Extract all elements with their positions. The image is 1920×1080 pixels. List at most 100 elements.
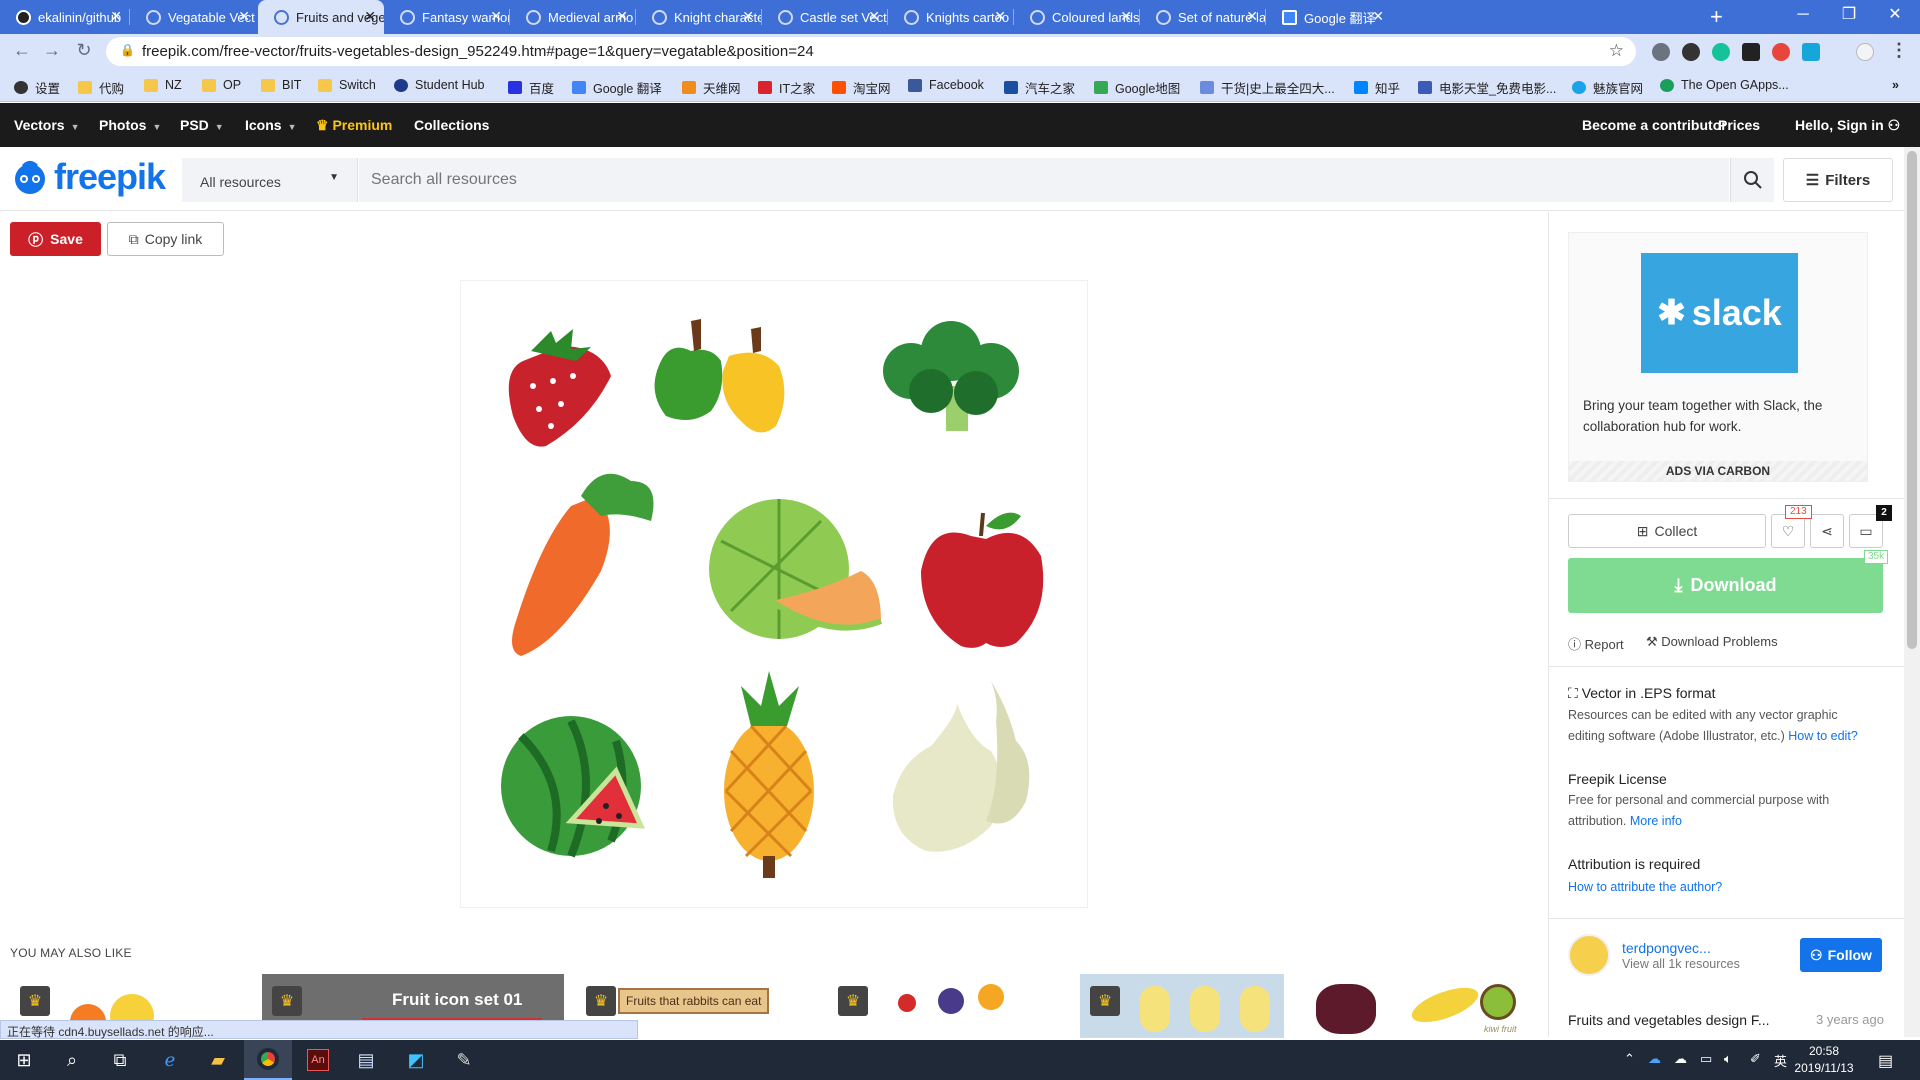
chrome-icon[interactable] [244,1040,292,1080]
extension-gauge-icon[interactable] [1682,43,1700,61]
bookmark-item[interactable]: 淘宝网 [832,78,891,97]
bookmark-item[interactable]: Switch [318,78,376,92]
close-tab-icon[interactable]: ✕ [742,8,754,24]
taskbar-clock[interactable]: 20:58 2019/11/13 [1794,1043,1854,1077]
close-window-icon[interactable]: ✕ [1872,2,1918,28]
close-tab-icon[interactable]: ✕ [994,8,1006,24]
nav-psd[interactable]: PSD ▼ [180,117,224,133]
new-tab-button[interactable]: + [1710,4,1723,30]
how-to-edit-link[interactable]: How to edit? [1788,729,1857,743]
nav-photos[interactable]: Photos ▼ [99,117,161,133]
grammarly-icon[interactable] [1712,43,1730,61]
browser-tab[interactable]: Set of nature la ✕ [1140,0,1266,34]
pen-icon[interactable]: ✐ [1750,1051,1761,1067]
profile-avatar-icon[interactable] [1856,43,1874,61]
search-icon[interactable]: ⌕ [48,1040,96,1080]
onedrive-icon[interactable]: ☁ [1648,1051,1661,1067]
nav-premium[interactable]: ♛ Premium [316,117,392,134]
download-problems-link[interactable]: ⚒ Download Problems [1646,634,1778,650]
attribution-link[interactable]: How to attribute the author? [1568,877,1868,898]
browser-tab[interactable]: Fantasy warrior ✕ [384,0,510,34]
bookmark-item[interactable]: NZ [144,78,182,92]
browser-tab[interactable]: Knight characte ✕ [636,0,762,34]
extension-mask-icon[interactable] [1742,43,1760,61]
bookmark-item[interactable]: OP [202,78,241,92]
search-button[interactable] [1730,158,1774,202]
menu-kebab-icon[interactable]: ⋮ [1890,40,1908,61]
bookmark-item[interactable]: Student Hub [394,78,485,92]
cloud-icon[interactable]: ☁ [1674,1051,1687,1067]
browser-tab[interactable]: Google 翻译 ✕ [1266,0,1392,34]
document-icon[interactable]: ▤ [342,1040,390,1080]
like-button[interactable]: ♡ [1771,514,1805,548]
bookmark-item[interactable]: 魅族官网 [1572,78,1643,97]
close-tab-icon[interactable]: ✕ [868,8,880,24]
extension-alert-icon[interactable] [1772,43,1790,61]
close-tab-icon[interactable]: ✕ [110,8,122,24]
browser-tab-active[interactable]: Fruits and vege ✕ [258,0,384,34]
task-view-icon[interactable]: ⧉ [96,1040,144,1080]
network-icon[interactable]: ▭ [1700,1051,1712,1067]
tray-chevron-icon[interactable]: ⌃ [1624,1051,1635,1067]
become-contributor-link[interactable]: Become a contributor [1582,117,1727,133]
bookmark-item[interactable]: 干货|史上最全四大... [1200,78,1335,97]
close-tab-icon[interactable]: ✕ [364,8,376,24]
bookmark-item[interactable]: 代购 [78,78,124,97]
search-input[interactable] [359,158,1729,202]
bookmark-item[interactable]: 汽车之家 [1004,78,1075,97]
restore-icon[interactable]: ❐ [1826,2,1872,28]
related-thumbnail[interactable]: ♛ [828,974,1048,1038]
windows-start-icon[interactable]: ⊞ [0,1040,48,1080]
bookmark-item[interactable]: 知乎 [1354,78,1400,97]
minimize-icon[interactable]: ─ [1780,2,1826,28]
close-tab-icon[interactable]: ✕ [1372,8,1384,24]
bookmark-item[interactable]: The Open GApps... [1660,78,1789,92]
reload-icon[interactable]: ↻ [72,40,96,61]
browser-tab[interactable]: Medieval armo ✕ [510,0,636,34]
app-icon[interactable]: ◩ [392,1040,440,1080]
ads-via-carbon-link[interactable]: ADS VIA CARBON [1569,461,1867,481]
browser-tab[interactable]: ekalinin/github ✕ [0,0,130,34]
bookmark-star-icon[interactable]: ☆ [1609,41,1624,61]
author-avatar[interactable] [1568,934,1610,976]
forward-icon[interactable]: → [40,40,64,61]
notifications-icon[interactable]: ▤ [1878,1051,1893,1071]
close-tab-icon[interactable]: ✕ [1246,8,1258,24]
filters-button[interactable]: ☰ Filters [1783,158,1893,202]
bookmark-item[interactable]: 电影天堂_免费电影... [1418,78,1556,97]
resource-preview-image[interactable] [461,281,1087,907]
bookmark-item[interactable]: Facebook [908,78,984,92]
bookmark-item[interactable]: BIT [261,78,301,92]
close-tab-icon[interactable]: ✕ [616,8,628,24]
page-scrollbar[interactable] [1904,147,1920,1037]
address-bar[interactable]: 🔒 freepik.com/free-vector/fruits-vegetab… [106,37,1636,66]
ime-indicator[interactable]: 英 [1774,1051,1787,1070]
extension-shield-icon[interactable] [1652,43,1670,61]
paint-icon[interactable]: ✎ [440,1040,488,1080]
bookmark-item[interactable]: 百度 [508,78,554,97]
freepik-logo[interactable]: freepik [10,155,166,199]
collect-button[interactable]: ⊞ Collect [1568,514,1766,548]
download-button[interactable]: ⤓ Download [1568,558,1883,613]
browser-tab[interactable]: Coloured lands ✕ [1014,0,1140,34]
pinterest-save-button[interactable]: ⓟ Save [10,222,101,256]
copy-link-button[interactable]: ⧉ Copy link [107,222,224,256]
bookmark-item[interactable]: Google 翻译 [572,78,662,97]
file-explorer-icon[interactable]: ▰ [194,1040,242,1080]
related-resource-title[interactable]: Fruits and vegetables design F... [1568,1012,1770,1028]
bookmark-item[interactable]: Google地图 [1094,78,1180,97]
nav-icons[interactable]: Icons ▼ [245,117,297,133]
resource-type-select[interactable]: All resources ▼ [182,158,358,202]
carbon-ad[interactable]: ✱ slack Bring your team together with Sla… [1568,232,1868,482]
extension-cast-icon[interactable] [1802,43,1820,61]
sign-in-link[interactable]: Hello, Sign in ⚇ [1795,117,1900,134]
related-thumbnail[interactable]: kiwi fruit [1310,974,1538,1038]
nav-collections[interactable]: Collections [414,117,489,133]
back-icon[interactable]: ← [10,40,34,61]
close-tab-icon[interactable]: ✕ [238,8,250,24]
related-thumbnail[interactable]: ♛ [1080,974,1284,1038]
edge-icon[interactable]: ℯ [146,1040,194,1080]
scrollbar-thumb[interactable] [1907,151,1917,649]
browser-tab[interactable]: Vegatable Vect ✕ [130,0,258,34]
bookmark-item[interactable]: 设置 [14,78,60,97]
